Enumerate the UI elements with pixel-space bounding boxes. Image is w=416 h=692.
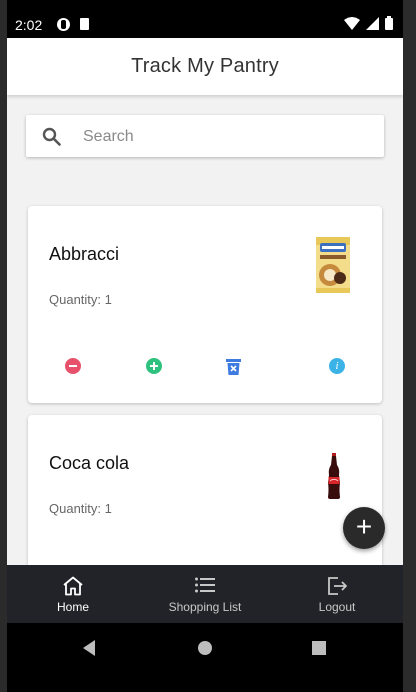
add-product-button[interactable]: + [343,507,385,549]
plus-icon: + [355,511,373,542]
minus-circle-icon[interactable] [65,358,81,374]
product-quantity: Quantity: 1 [49,501,112,516]
nav-label-shopping-list: Shopping List [168,600,242,614]
plus-circle-icon[interactable] [146,358,162,374]
nav-label-logout: Logout [318,600,356,614]
recent-apps-icon[interactable] [312,641,326,655]
coca-cola-bottle-image [328,453,340,499]
system-navigation-bar [7,623,403,673]
nav-item-home[interactable]: Home [7,565,139,623]
home-circle-icon[interactable] [198,641,212,655]
app-screen: Track My Pantry Abbracci Quantity: 1 [7,38,403,565]
trash-icon[interactable] [225,358,242,375]
wifi-icon [344,16,360,30]
product-name: Abbracci [49,244,120,264]
status-time: 2:02 [15,17,43,33]
nav-label-home: Home [56,600,89,614]
search-input[interactable] [81,124,375,150]
product-quantity: Quantity: 1 [49,292,112,307]
info-icon[interactable]: i [329,358,345,374]
status-bar: 2:02 [7,12,403,38]
nav-item-shopping-list[interactable]: Shopping List [139,565,271,623]
page-title: Track My Pantry [131,55,279,77]
device-frame: 2:02 Track My Pantry Abbracci Quantity: … [7,0,403,692]
abbracci-package-image [316,237,350,293]
card-actions: i [28,358,382,376]
search-bar[interactable] [26,115,384,157]
notification-icon [57,18,70,31]
product-card[interactable]: Abbracci Quantity: 1 i [28,206,382,403]
product-name: Coca cola [49,453,130,473]
nav-item-logout[interactable]: Logout [271,565,403,623]
battery-icon [385,16,393,30]
bottom-navigation: Home Shopping List Logout [7,565,403,623]
search-icon[interactable] [42,127,61,146]
back-icon[interactable] [83,640,95,656]
home-icon [63,576,83,596]
list-icon [195,577,215,593]
logout-icon [328,577,347,595]
signal-icon [366,16,379,30]
sd-card-icon [80,18,89,30]
app-bar: Track My Pantry [7,38,403,95]
product-card[interactable]: Coca cola Quantity: 1 [28,415,382,565]
status-icons [344,16,393,30]
